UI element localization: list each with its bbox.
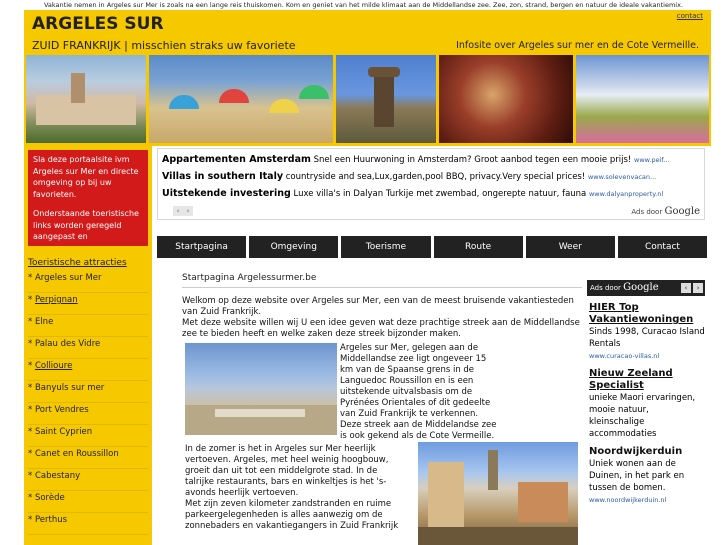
nav-weer[interactable]: Weer bbox=[525, 236, 615, 258]
photo-banner bbox=[24, 52, 711, 146]
street-image bbox=[418, 442, 578, 545]
ads-by-google[interactable]: Ads door Google bbox=[631, 206, 700, 217]
mountain-blossom-photo bbox=[576, 55, 709, 143]
intro-text: Welkom op deze website over Argeles sur … bbox=[182, 296, 582, 340]
tourism-item[interactable]: * Argeles sur Mer bbox=[28, 271, 148, 293]
next-arrow-icon[interactable]: › bbox=[183, 206, 193, 216]
intro-paragraph: Welkom op deze website over Argeles sur … bbox=[182, 296, 574, 317]
nav-omgeving[interactable]: Omgeving bbox=[249, 236, 339, 258]
tourism-item[interactable]: * Palau des Vidre bbox=[28, 337, 148, 359]
tourism-item[interactable]: * Port Vendres bbox=[28, 403, 148, 425]
nav-route[interactable]: Route bbox=[433, 236, 523, 258]
summer-text: In de zomer is het in Argeles sur Mer he… bbox=[185, 444, 399, 531]
tourism-item[interactable]: * Perpignan bbox=[28, 293, 148, 315]
site-tagline: ZUID FRANKRIJK | misschien straks uw fav… bbox=[32, 39, 296, 52]
ad-pager: ‹ › bbox=[173, 206, 195, 216]
location-text: Argeles sur Mer, gelegen aan de Middella… bbox=[340, 343, 497, 441]
village-photo bbox=[26, 55, 146, 143]
favorites-note: Onderstaande toeristische links worden g… bbox=[33, 209, 139, 241]
nav-toerisme[interactable]: Toerisme bbox=[341, 236, 431, 258]
tourism-list: * Argeles sur Mer * Perpignan * Elne * P… bbox=[28, 271, 148, 535]
tourism-item[interactable]: * Canet en Roussillon bbox=[28, 447, 148, 469]
site-brand[interactable]: ARGELES SUR bbox=[32, 14, 164, 34]
beach-image bbox=[185, 343, 337, 435]
tourism-item[interactable]: * Perthus bbox=[28, 513, 148, 535]
prev-arrow-icon[interactable]: ‹ bbox=[173, 206, 183, 216]
intro-paragraph: Met deze website willen wij U een idee g… bbox=[182, 318, 580, 339]
left-sidebar: Sla deze portaalsite ivm Argeles sur Mer… bbox=[24, 146, 152, 545]
ad-item[interactable]: Appartementen Amsterdam Snel een Huurwon… bbox=[162, 154, 702, 165]
beach-photo bbox=[149, 55, 333, 143]
favorites-box: Sla deze portaalsite ivm Argeles sur Mer… bbox=[28, 150, 148, 246]
main-nav: Startpagina Omgeving Toerisme Route Weer… bbox=[157, 236, 708, 258]
wine-barrels-photo bbox=[439, 55, 573, 143]
right-ads-header[interactable]: Ads door Google ‹ › bbox=[587, 280, 705, 296]
ad-item[interactable]: Villas in southern Italy countryside and… bbox=[162, 171, 702, 182]
right-ad-item[interactable]: Nieuw Zeeland Specialist unieke Maori er… bbox=[587, 368, 705, 440]
tourism-title[interactable]: Toeristische attracties bbox=[28, 258, 127, 268]
right-ad-item[interactable]: HIER Top Vakantiewoningen Sinds 1998, Cu… bbox=[587, 302, 705, 362]
tower-photo bbox=[336, 55, 436, 143]
next-arrow-icon[interactable]: › bbox=[693, 283, 703, 293]
prev-arrow-icon[interactable]: ‹ bbox=[681, 283, 691, 293]
nav-contact[interactable]: Contact bbox=[617, 236, 708, 258]
breadcrumb: Startpagina Argelessurmer.be bbox=[182, 273, 582, 288]
right-ads: Ads door Google ‹ › HIER Top Vakantiewon… bbox=[587, 280, 705, 545]
site-header: ARGELES SUR ZUID FRANKRIJK | misschien s… bbox=[24, 10, 711, 52]
tourism-item[interactable]: * Collioure bbox=[28, 359, 148, 381]
favorites-text: Sla deze portaalsite ivm Argeles sur Mer… bbox=[33, 155, 139, 199]
right-ad-item[interactable]: Noordwijkerduin Uniek wonen aan de Duine… bbox=[587, 446, 705, 506]
infosite-text: Infosite over Argeles sur mer en de Cote… bbox=[456, 40, 699, 51]
tourism-item[interactable]: * Saint Cyprien bbox=[28, 425, 148, 447]
tourism-item[interactable]: * Sorède bbox=[28, 491, 148, 513]
tourism-item[interactable]: * Cabestany bbox=[28, 469, 148, 491]
tourism-item[interactable]: * Banyuls sur mer bbox=[28, 381, 148, 403]
top-ads-box: Appartementen Amsterdam Snel een Huurwon… bbox=[157, 148, 705, 220]
contact-link[interactable]: contact bbox=[677, 12, 703, 20]
nav-startpagina[interactable]: Startpagina bbox=[157, 236, 247, 258]
ad-item[interactable]: Uitstekende investering Luxe villa's in … bbox=[162, 188, 702, 199]
tourism-item[interactable]: * Elne bbox=[28, 315, 148, 337]
